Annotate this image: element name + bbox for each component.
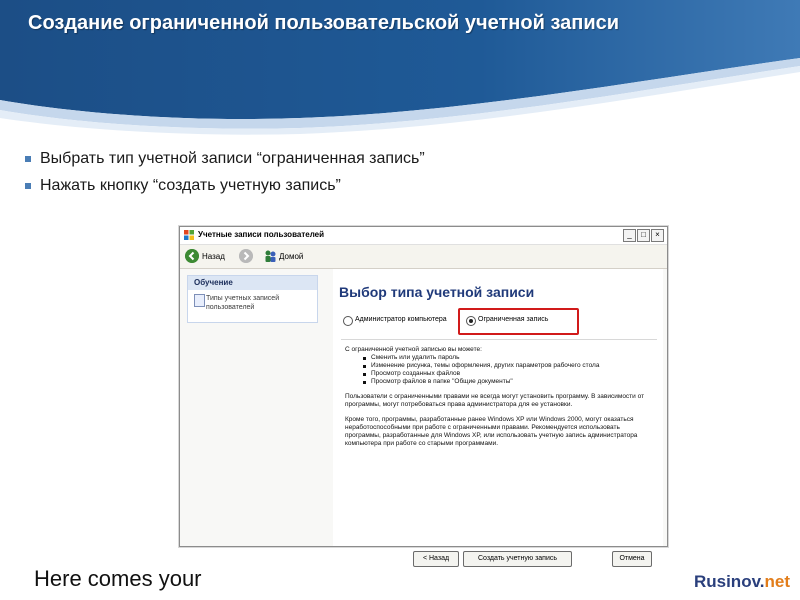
learn-panel: Обучение Типы учетных записей пользовате…: [187, 275, 318, 323]
list-bullet-icon: [363, 357, 366, 360]
cancel-button[interactable]: Отмена: [612, 551, 652, 567]
capability-text: Изменение рисунка, темы оформления, друг…: [371, 362, 600, 369]
list-bullet-icon: [363, 373, 366, 376]
create-account-button[interactable]: Создать учетную запись: [463, 551, 572, 567]
learn-item-link[interactable]: Типы учетных записей пользователей: [206, 294, 312, 312]
highlight-frame: [458, 308, 579, 335]
slide-header: Создание ограниченной пользовательской у…: [0, 0, 800, 140]
capability-item: Сменить или удалить пароль: [345, 354, 651, 362]
window-body: Обучение Типы учетных записей пользовате…: [180, 269, 667, 567]
bullet-text: Выбрать тип учетной записи “ограниченная…: [40, 150, 425, 167]
account-type-panel: Выбор типа учетной записи Администратор …: [333, 269, 663, 567]
radio-label[interactable]: Администратор компьютера: [355, 316, 447, 323]
learn-panel-header: Обучение: [188, 276, 317, 290]
close-button[interactable]: ×: [651, 229, 664, 242]
radio-admin[interactable]: Администратор компьютера: [343, 315, 458, 327]
home-label[interactable]: Домой: [279, 252, 303, 261]
forward-arrow-icon[interactable]: [239, 249, 253, 263]
home-users-icon[interactable]: [263, 249, 277, 263]
minimize-button[interactable]: _: [623, 229, 636, 242]
bullet-item: Нажать кнопку “создать учетную запись”: [24, 175, 764, 202]
bullet-square-icon: [25, 156, 31, 162]
bullet-list: Выбрать тип учетной записи “ограниченная…: [24, 148, 764, 202]
radio-button[interactable]: [343, 316, 353, 326]
window-titlebar: Учетные записи пользователей _ □ ×: [180, 227, 667, 245]
panel-heading: Выбор типа учетной записи: [339, 284, 535, 300]
back-arrow-icon[interactable]: [185, 249, 199, 263]
divider: [341, 339, 657, 340]
list-bullet-icon: [363, 381, 366, 384]
bullet-square-icon: [25, 183, 31, 189]
maximize-button[interactable]: □: [637, 229, 650, 242]
list-bullet-icon: [363, 365, 366, 368]
brand-logo[interactable]: Rusinov.net: [694, 572, 790, 592]
capability-item: Просмотр созданных файлов: [345, 370, 651, 378]
brand-name: Rusinov.: [693, 572, 765, 591]
slide-title: Создание ограниченной пользовательской у…: [28, 12, 620, 34]
description: С ограниченной учетной записью вы можете…: [345, 346, 651, 448]
footer-text: Here comes your: [34, 566, 202, 591]
brand-tld: net: [764, 572, 791, 591]
capability-item: Просмотр файлов в папке "Общие документы…: [345, 378, 651, 386]
paragraph-rights: Пользователи с ограниченными правами не …: [345, 393, 645, 408]
window-title: Учетные записи пользователей: [198, 230, 325, 239]
intro-text: С ограниченной учетной записью вы можете…: [345, 346, 482, 353]
bullet-text: Нажать кнопку “создать учетную запись”: [40, 177, 341, 194]
window-toolbar: Назад Домой: [180, 245, 667, 269]
user-accounts-window: Учетные записи пользователей _ □ × Назад Д…: [179, 226, 668, 567]
capability-text: Просмотр файлов в папке "Общие документы…: [371, 378, 513, 385]
back-label[interactable]: Назад: [202, 252, 225, 261]
capability-item: Изменение рисунка, темы оформления, друг…: [345, 362, 651, 370]
help-document-icon: [194, 294, 205, 307]
paragraph-compat: Кроме того, программы, разработанные ран…: [345, 416, 638, 447]
back-button[interactable]: < Назад: [413, 551, 459, 567]
capability-text: Просмотр созданных файлов: [371, 370, 461, 377]
bullet-item: Выбрать тип учетной записи “ограниченная…: [24, 148, 764, 175]
capability-text: Сменить или удалить пароль: [371, 354, 460, 361]
capability-list: Сменить или удалить пароль Изменение рис…: [345, 354, 651, 386]
windows-logo-icon: [184, 230, 194, 240]
